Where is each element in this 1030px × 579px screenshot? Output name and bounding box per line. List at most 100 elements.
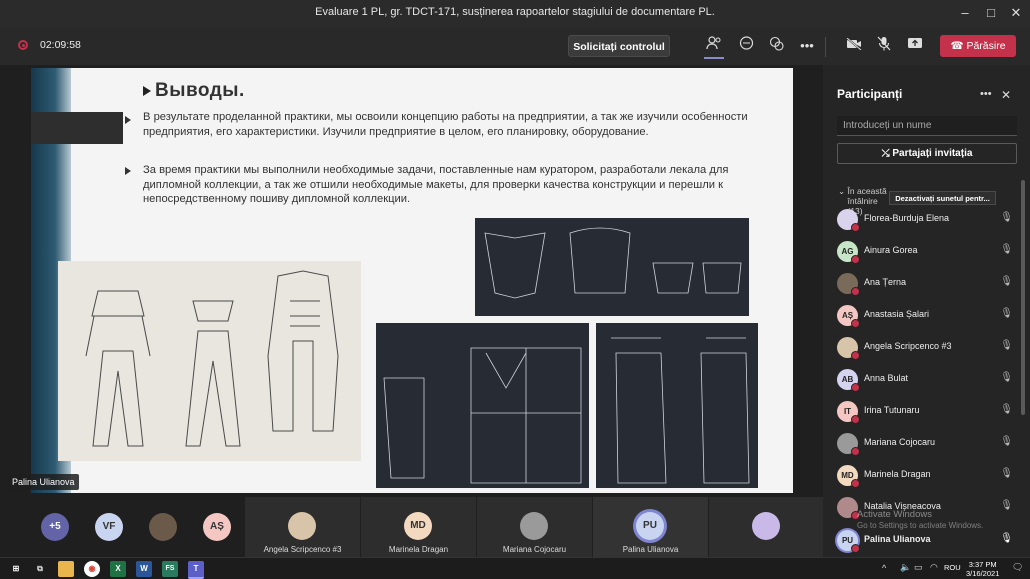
participant-avatar[interactable]: VF [95, 513, 123, 541]
overflow-participants-badge[interactable]: +5 [41, 513, 69, 541]
more-options-icon[interactable]: ••• [797, 36, 817, 56]
chat-icon[interactable] [736, 36, 756, 56]
taskbar: ⊞ ⧉ ◉ X W FS T ^ 🔈 ▭ ◠ ROU 3:37 PM 3/16/… [0, 557, 1030, 579]
mic-on-icon: 🎙 [1000, 533, 1013, 544]
pattern-image-sleeves [475, 218, 749, 316]
participant-avatar [837, 433, 860, 456]
word-icon[interactable]: W [136, 561, 152, 577]
camera-off-icon[interactable] [844, 36, 864, 56]
video-tile[interactable]: Mariana Cojocaru [477, 497, 592, 557]
status-dot [851, 479, 860, 488]
participant-avatar [837, 337, 860, 360]
share-screen-icon[interactable] [905, 36, 925, 56]
video-tile[interactable]: MD Marinela Dragan [361, 497, 476, 557]
share-invite-button[interactable]: ⤯ Partajați invitația [837, 143, 1017, 164]
language-indicator[interactable]: ROU [944, 563, 961, 572]
phone-icon: ☎ [950, 40, 964, 52]
leave-button[interactable]: ☎ Părăsire [940, 35, 1016, 57]
status-dot [851, 447, 860, 456]
close-window-icon[interactable]: ✕ [1007, 4, 1025, 22]
status-dot [851, 255, 860, 264]
mic-off-icon[interactable] [874, 36, 894, 56]
mic-muted-icon: 🎙 [1000, 500, 1013, 511]
network-icon[interactable]: ◠ [930, 562, 938, 573]
status-dot [851, 544, 860, 553]
search-participants-input[interactable]: Introduceți un nume [837, 116, 1017, 136]
participants-icon[interactable] [704, 36, 724, 56]
participant-row[interactable]: Ana Țerna 🎙 [837, 269, 1017, 297]
reactions-icon[interactable] [766, 36, 786, 56]
task-view-icon[interactable]: ⧉ [32, 561, 48, 577]
participant-avatar: PU [837, 530, 860, 553]
bullet-arrow-icon [125, 116, 131, 124]
status-dot [851, 415, 860, 424]
file-explorer-icon[interactable] [58, 561, 74, 577]
participant-name: Mariana Cojocaru [864, 437, 936, 447]
slide-heading: Выводы. [143, 80, 245, 102]
clock-time: 3:37 PM [968, 560, 997, 569]
slide-paragraph-1: В результате проделанной практики, мы ос… [143, 111, 748, 138]
participant-name: Angela Scripcenco #3 [864, 341, 952, 351]
participant-row[interactable]: Florea-Burduja Elena 🎙 [837, 205, 1017, 233]
status-dot [851, 223, 860, 232]
mic-muted-icon: 🎙 [1000, 340, 1013, 351]
participant-row[interactable]: Mariana Cojocaru 🎙 [837, 429, 1017, 457]
video-tile[interactable] [709, 497, 824, 557]
mic-muted-icon: 🎙 [1000, 212, 1013, 223]
tray-chevron-icon[interactable]: ^ [882, 563, 886, 573]
pattern-image-bodice [376, 323, 589, 488]
video-tile-speaking[interactable]: PU Palina Ulianova [593, 497, 708, 557]
minimize-icon[interactable]: – [956, 4, 974, 22]
participant-avatar: AȘ [837, 305, 860, 328]
participant-avatar[interactable]: AȘ [203, 513, 231, 541]
participant-row[interactable]: MD Marinela Dragan 🎙 [837, 461, 1017, 489]
toolbar-separator [825, 37, 826, 57]
participant-row[interactable]: AB Anna Bulat 🎙 [837, 365, 1017, 393]
chrome-icon[interactable]: ◉ [84, 561, 100, 577]
mute-all-button[interactable]: Dezactivați sunetul pentr... [889, 191, 996, 205]
excel-icon[interactable]: X [110, 561, 126, 577]
mic-muted-icon: 🎙 [1000, 404, 1013, 415]
taskbar-clock[interactable]: 3:37 PM 3/16/2021 [966, 560, 999, 578]
participant-name: Anastasia Șalari [864, 309, 930, 319]
meeting-timer: 02:09:58 [40, 39, 81, 51]
mic-muted-icon: 🎙 [1000, 308, 1013, 319]
video-tile[interactable]: Angela Scripcenco #3 [245, 497, 360, 557]
tile-name: Angela Scripcenco #3 [263, 545, 342, 554]
activate-windows-watermark: Activate Windows [857, 509, 932, 520]
panel-more-icon[interactable]: ••• [980, 88, 992, 100]
pattern-image-trousers [596, 323, 758, 488]
participant-row[interactable]: AȘ Anastasia Șalari 🎙 [837, 301, 1017, 329]
chevron-down-icon: ⌄ [838, 186, 846, 196]
tile-name: Mariana Cojocaru [502, 545, 567, 554]
battery-icon[interactable]: ▭ [914, 562, 923, 573]
bullet-arrow-icon [125, 167, 131, 175]
presenter-label: Palina Ulianova [8, 474, 79, 490]
participant-row[interactable]: Angela Scripcenco #3 🎙 [837, 333, 1017, 361]
tile-avatar [752, 512, 780, 540]
slide-heading-text: Выводы. [155, 80, 245, 101]
status-dot [851, 287, 860, 296]
notifications-icon[interactable]: 🗨 [1012, 562, 1023, 573]
participant-name: Florea-Burduja Elena [864, 213, 950, 223]
tile-avatar [288, 512, 316, 540]
participant-row[interactable]: IT Irina Tutunaru 🎙 [837, 397, 1017, 425]
participant-row-self[interactable]: PU Palina Ulianova 🎙 [837, 526, 1017, 554]
participant-row[interactable]: AG Ainura Gorea 🎙 [837, 237, 1017, 265]
presentation-slide: Выводы. В результате проделанной практик… [31, 68, 793, 493]
windows-start-icon[interactable]: ⊞ [8, 561, 24, 577]
participant-name: Irina Tutunaru [864, 405, 920, 415]
participant-name: Palina Ulianova [864, 534, 931, 544]
panel-scrollbar[interactable] [1021, 180, 1025, 415]
request-control-button[interactable]: Solicitați controlul [568, 35, 670, 57]
maximize-icon[interactable]: □ [982, 4, 1000, 22]
participant-avatar[interactable] [149, 513, 177, 541]
teams-icon[interactable]: T [188, 561, 204, 579]
close-panel-icon[interactable]: ✕ [1001, 88, 1011, 102]
volume-icon[interactable]: 🔈 [900, 562, 911, 573]
fs-app-icon[interactable]: FS [162, 561, 178, 577]
participant-avatar: AB [837, 369, 860, 392]
mic-muted-icon: 🎙 [1000, 244, 1013, 255]
tile-avatar: MD [404, 512, 432, 540]
participant-name: Ana Țerna [864, 277, 907, 287]
